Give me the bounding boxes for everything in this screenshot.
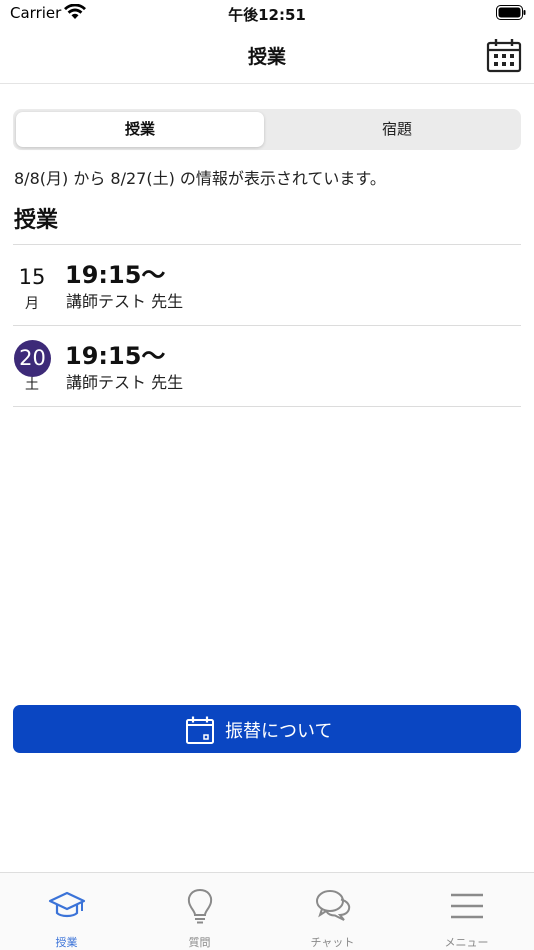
tab-menu[interactable]: メニュー: [400, 873, 533, 950]
tab-bar: 授業 質問 チャット メニュー: [0, 872, 534, 950]
transfer-info-button[interactable]: 振替について: [13, 705, 521, 753]
tab-lessons[interactable]: 授業: [0, 873, 133, 950]
lesson-row[interactable]: 20 土 19:15～ 講師テスト 先生: [13, 326, 521, 407]
segment-homework[interactable]: 宿題: [273, 112, 521, 147]
graduation-cap-icon: [48, 891, 86, 918]
tab-label: チャット: [310, 936, 355, 949]
hamburger-menu-icon: [451, 893, 483, 919]
lesson-time: 19:15～: [65, 261, 166, 289]
status-bar: Carrier 午後12:51: [0, 0, 534, 30]
battery-icon: [496, 5, 526, 20]
chat-bubbles-icon: [316, 890, 351, 921]
lesson-day: 15: [18, 265, 46, 289]
lesson-teacher: 講師テスト 先生: [66, 373, 184, 392]
lesson-weekday: 土: [25, 377, 39, 393]
page-title: 授業: [247, 46, 286, 68]
lesson-teacher: 講師テスト 先生: [66, 292, 184, 311]
calendar-icon[interactable]: [486, 37, 522, 73]
lesson-list: 15 月 19:15～ 講師テスト 先生 20 土 19:15～ 講師テスト 先…: [13, 244, 521, 407]
tab-label: 質問: [188, 936, 211, 949]
transfer-info-label: 振替について: [225, 721, 333, 742]
section-heading: 授業: [14, 208, 59, 233]
lightbulb-icon: [187, 888, 213, 924]
segment-lessons[interactable]: 授業: [16, 112, 264, 147]
tab-questions[interactable]: 質問: [133, 873, 266, 950]
lesson-row[interactable]: 15 月 19:15～ 講師テスト 先生: [13, 245, 521, 326]
date-range-info: 8/8(月) から 8/27(土) の情報が表示されています。: [14, 169, 386, 188]
lesson-weekday: 月: [25, 296, 39, 312]
lesson-time: 19:15～: [65, 342, 166, 370]
navigation-bar: 授業: [0, 30, 534, 84]
status-time: 午後12:51: [228, 6, 306, 24]
calendar-icon: [186, 716, 214, 744]
tab-chat[interactable]: チャット: [266, 873, 399, 950]
segmented-control: 授業 宿題: [13, 109, 521, 150]
lesson-day-highlighted: 20: [14, 340, 51, 377]
tab-label: メニュー: [444, 936, 489, 949]
tab-label: 授業: [55, 936, 78, 949]
